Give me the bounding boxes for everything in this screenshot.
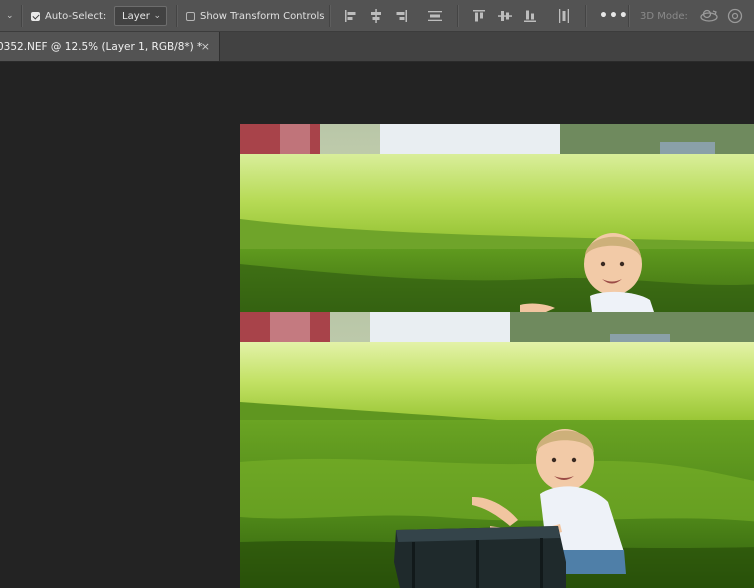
document-tab-bar: 0352.NEF @ 12.5% (Layer 1, RGB/8*) * × [0, 32, 754, 62]
close-icon[interactable]: × [201, 41, 210, 52]
bottom-layer-photo[interactable] [240, 312, 754, 588]
separator [585, 5, 587, 27]
chevron-down-icon: ⌄ [6, 11, 14, 21]
separator [628, 5, 630, 27]
layer-group-dropdown[interactable]: Layer ⌄ [114, 6, 167, 26]
3d-roll-icon[interactable] [726, 8, 744, 24]
align-top-edges-icon[interactable] [471, 8, 487, 24]
tool-preset-chevron[interactable]: ⌄ [6, 0, 14, 32]
separator [457, 5, 459, 27]
layer-dropdown-value: Layer [122, 10, 150, 22]
document-tab[interactable]: 0352.NEF @ 12.5% (Layer 1, RGB/8*) * × [0, 32, 220, 61]
align-left-edges-icon[interactable] [343, 8, 359, 24]
auto-select-checkbox-box[interactable] [31, 11, 40, 21]
transform-controls-label: Show Transform Controls [200, 10, 325, 22]
distribute-horizontal-icon[interactable] [427, 8, 443, 24]
show-transform-controls-checkbox[interactable]: Show Transform Controls [186, 0, 324, 32]
chevron-down-icon: ⌄ [153, 11, 161, 21]
distribute-vertical-icon[interactable] [556, 8, 572, 24]
separator [329, 5, 331, 27]
3d-orbit-icon[interactable] [699, 8, 719, 24]
separator [176, 5, 178, 27]
3d-mode-label-wrap: 3D Mode: [640, 0, 688, 32]
options-bar: ⌄ Auto-Select: Layer ⌄ Show Transform Co… [0, 0, 754, 32]
align-vertical-centers-icon[interactable] [497, 8, 513, 24]
transform-controls-checkbox-box[interactable] [186, 11, 195, 21]
auto-select-label: Auto-Select: [45, 10, 107, 22]
top-layer-photo[interactable] [240, 124, 754, 312]
align-bottom-edges-icon[interactable] [522, 8, 538, 24]
align-right-edges-icon[interactable] [393, 8, 409, 24]
separator [21, 5, 23, 27]
3d-mode-label: 3D Mode: [640, 10, 688, 22]
document-tab-title: 0352.NEF @ 12.5% (Layer 1, RGB/8*) * [0, 40, 203, 53]
more-options-label: ••• [599, 8, 629, 24]
align-horizontal-centers-icon[interactable] [368, 8, 384, 24]
more-options-button[interactable]: ••• [599, 0, 629, 32]
auto-select-checkbox[interactable]: Auto-Select: [31, 0, 106, 32]
